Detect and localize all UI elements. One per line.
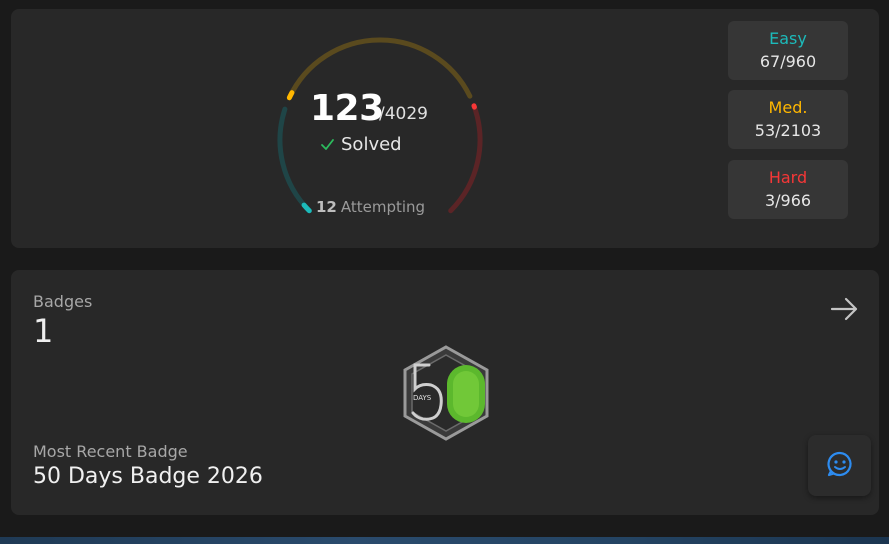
hard-label: Hard bbox=[768, 168, 808, 187]
50-days-badge-icon[interactable]: DAYS bbox=[401, 345, 491, 441]
attempting-label: Attempting bbox=[340, 198, 426, 216]
hard-arc-track bbox=[448, 103, 483, 214]
arrow-right-icon[interactable] bbox=[827, 292, 861, 326]
recent-badge-label: Most Recent Badge bbox=[33, 442, 188, 461]
easy-arc-track bbox=[277, 106, 312, 214]
bottom-strip bbox=[0, 537, 889, 544]
medium-label: Med. bbox=[768, 98, 808, 117]
hard-stat-box[interactable]: Hard 3/966 bbox=[728, 160, 848, 219]
badges-title: Badges bbox=[33, 292, 93, 311]
medium-arc bbox=[286, 90, 295, 101]
easy-stat-box[interactable]: Easy 67/960 bbox=[728, 21, 848, 80]
chat-button[interactable] bbox=[808, 435, 871, 496]
badges-count: 1 bbox=[33, 312, 54, 350]
solved-label: Solved bbox=[341, 134, 402, 155]
medium-value: 53/2103 bbox=[754, 121, 822, 140]
medium-stat-box[interactable]: Med. 53/2103 bbox=[728, 90, 848, 149]
chat-smile-icon bbox=[826, 450, 854, 482]
attempting-count: 12 bbox=[316, 198, 337, 216]
easy-label: Easy bbox=[769, 29, 807, 48]
hard-value: 3/966 bbox=[764, 191, 812, 210]
attempting-row: 12 Attempting bbox=[316, 198, 425, 216]
solved-count: 123 bbox=[310, 88, 384, 129]
easy-arc bbox=[301, 202, 312, 214]
badges-card: Badges 1 DAYS Most Recent Badge 50 Days … bbox=[11, 270, 879, 515]
easy-value: 67/960 bbox=[759, 52, 817, 71]
total-problems: /4029 bbox=[379, 104, 428, 124]
solved-label-row: Solved bbox=[320, 134, 402, 155]
recent-badge-name: 50 Days Badge 2026 bbox=[33, 464, 263, 489]
badge-text: DAYS bbox=[413, 394, 432, 402]
check-icon bbox=[320, 137, 335, 152]
